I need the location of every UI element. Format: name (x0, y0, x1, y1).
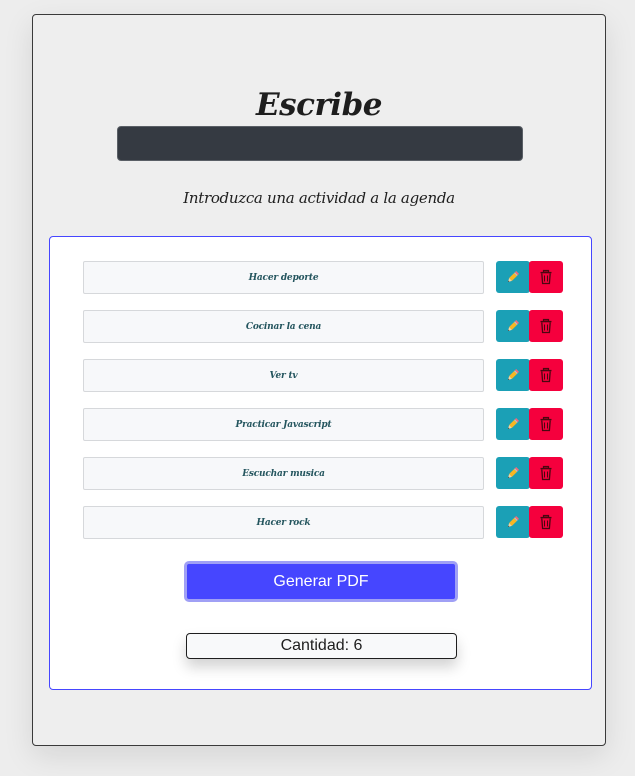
instruction-text: Introduzca una actividad a la agenda (183, 189, 455, 207)
page-title: Escribe (256, 87, 382, 123)
task-label: Cocinar la cena (83, 310, 484, 343)
task-row: Cocinar la cena (83, 310, 564, 343)
edit-button[interactable] (496, 359, 530, 391)
edit-button[interactable] (496, 506, 530, 538)
delete-button[interactable] (529, 506, 563, 538)
edit-button[interactable] (496, 457, 530, 489)
trash-icon (540, 367, 552, 383)
trash-icon (540, 514, 552, 530)
task-label: Hacer rock (83, 506, 484, 539)
trash-icon (540, 269, 552, 285)
delete-button[interactable] (529, 457, 563, 489)
delete-button[interactable] (529, 408, 563, 440)
delete-button[interactable] (529, 261, 563, 293)
task-row: Ver tv (83, 359, 564, 392)
pencil-icon (508, 319, 520, 331)
trash-icon (540, 465, 552, 481)
pencil-icon (508, 466, 520, 478)
task-label: Practicar Javascript (83, 408, 484, 441)
task-label: Hacer deporte (83, 261, 484, 294)
pencil-icon (508, 270, 520, 282)
edit-button[interactable] (496, 310, 530, 342)
task-row: Escuchar musica (83, 457, 564, 490)
delete-button[interactable] (529, 310, 563, 342)
task-list-panel: Hacer deporte Cocinar la cena Ver tv Pra… (49, 236, 592, 690)
task-count: Cantidad: 6 (186, 633, 457, 659)
task-row: Hacer rock (83, 506, 564, 539)
generate-pdf-button[interactable]: Generar PDF (184, 561, 458, 602)
pencil-icon (508, 368, 520, 380)
agenda-card: Escribe Introduzca una actividad a la ag… (32, 14, 606, 746)
delete-button[interactable] (529, 359, 563, 391)
pencil-icon (508, 515, 520, 527)
task-row: Practicar Javascript (83, 408, 564, 441)
task-row: Hacer deporte (83, 261, 564, 294)
edit-button[interactable] (496, 261, 530, 293)
pencil-icon (508, 417, 520, 429)
trash-icon (540, 318, 552, 334)
task-label: Ver tv (83, 359, 484, 392)
task-label: Escuchar musica (83, 457, 484, 490)
trash-icon (540, 416, 552, 432)
edit-button[interactable] (496, 408, 530, 440)
activity-input[interactable] (117, 126, 523, 161)
